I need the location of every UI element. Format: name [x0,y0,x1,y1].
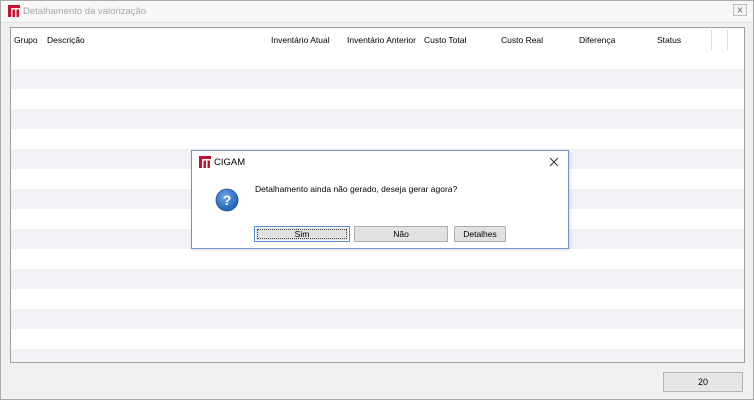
table-row[interactable] [11,109,744,129]
column-divider [727,30,728,50]
close-icon [737,7,743,13]
confirm-dialog: CIGAM ? Detalhamento ainda não gerado, d… [191,150,569,249]
no-button[interactable]: Não [354,226,448,242]
table-row[interactable] [11,69,744,89]
question-icon: ? [215,188,239,212]
column-header-descricao[interactable]: Descrição [44,28,85,52]
focus-rectangle [257,229,347,239]
column-header-inventario-anterior[interactable]: Inventário Anterior [344,28,416,52]
table-row[interactable] [11,309,744,329]
column-header-grupo[interactable]: Grupo [11,28,38,52]
dialog-message: Detalhamento ainda não gerado, deseja ge… [255,184,458,194]
window-close-button[interactable] [733,4,747,16]
column-header-inventario-atual[interactable]: Inventário Atual [268,28,330,52]
yes-button[interactable]: Sim [254,226,350,242]
dialog-close-button[interactable] [546,154,562,170]
column-header-custo-total[interactable]: Custo Total [421,28,466,52]
no-button-label: Não [393,229,409,239]
dialog-titlebar: CIGAM [192,151,568,173]
column-divider [711,30,712,50]
grid-header: Grupo Descrição Inventário Atual Inventá… [11,28,744,52]
window-title: Detalhamento da valorização [23,6,147,17]
cigam-logo-icon [8,5,20,17]
cigam-logo-icon [199,156,211,168]
column-header-diferenca[interactable]: Diferença [576,28,615,52]
details-button[interactable]: Detalhes [454,226,506,242]
dialog-title: CIGAM [214,157,246,168]
close-icon [549,157,559,167]
svg-text:?: ? [223,192,232,208]
record-count-field: 20 [663,372,743,392]
window-titlebar: Detalhamento da valorização [1,1,753,23]
column-header-status[interactable]: Status [654,28,681,52]
column-header-custo-real[interactable]: Custo Real [498,28,543,52]
table-row[interactable] [11,349,744,362]
table-row[interactable] [11,269,744,289]
details-button-label: Detalhes [463,229,497,239]
